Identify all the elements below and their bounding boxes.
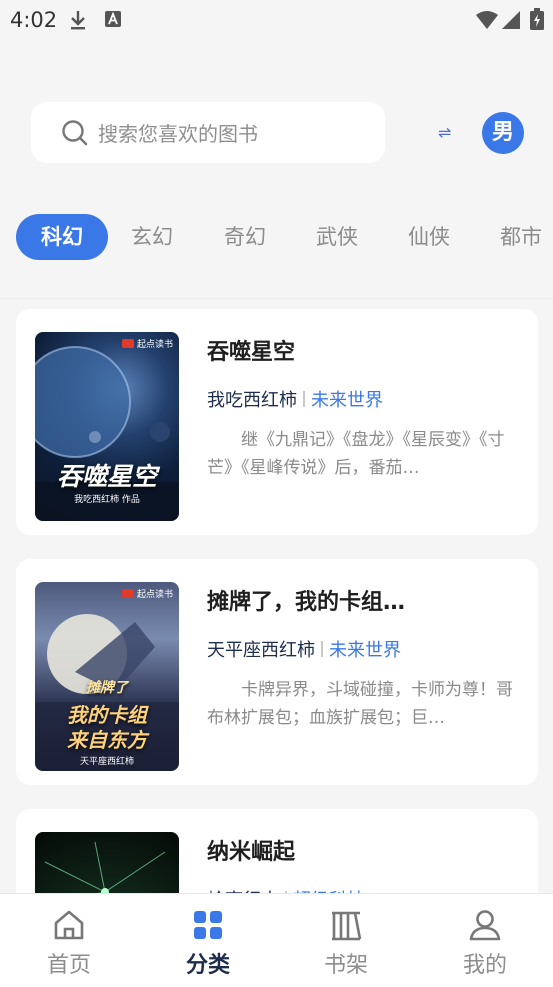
gender-toggle-button[interactable]: 男	[482, 112, 524, 154]
meta-separator	[321, 641, 323, 657]
nav-item-home[interactable]: 首页	[19, 894, 119, 987]
search-input[interactable]: 搜索您喜欢的图书	[31, 102, 385, 163]
meta-separator	[303, 391, 305, 407]
battery-icon	[530, 8, 544, 30]
book-meta: 我吃西红柿 未来世界	[207, 386, 383, 412]
cover-brand: 起点读书	[121, 587, 173, 600]
tab-xianxia[interactable]: 仙侠	[408, 214, 450, 260]
nav-label: 首页	[46, 953, 91, 978]
book-genre: 未来世界	[329, 640, 401, 661]
divider	[0, 298, 553, 299]
wifi-icon	[476, 11, 498, 29]
signal-icon	[502, 11, 520, 29]
swap-icon[interactable]: ⇌	[438, 124, 474, 142]
tab-urban[interactable]: 都市	[500, 214, 542, 260]
category-icon	[194, 911, 222, 939]
nav-item-bookshelf[interactable]: 书架	[296, 894, 396, 987]
book-card[interactable]: 起点读书 吞噬星空 我吃西红柿 作品 吞噬星空 我吃西红柿 未来世界 继《九鼎记…	[16, 309, 538, 535]
nav-label: 我的	[462, 953, 507, 978]
book-description: 卡牌异界，斗域碰撞，卡师为尊！哥布林扩展包；血族扩展包；巨…	[207, 680, 513, 728]
cover-author: 天平座西红柿	[79, 757, 134, 767]
book-title: 摊牌了，我的卡组…	[207, 590, 406, 615]
brand-logo-icon	[121, 589, 134, 598]
nav-item-category[interactable]: 分类	[158, 894, 258, 987]
book-description: 继《九鼎记》《盘龙》《星辰变》《寸芒》《星峰传说》后，番茄…	[207, 430, 505, 478]
download-icon	[71, 11, 85, 30]
book-author: 天平座西红柿	[207, 640, 315, 661]
cover-title-line: 摊牌了	[86, 680, 128, 696]
cover-title-line: 来自东方	[67, 728, 147, 752]
status-bar: 4:02	[0, 0, 553, 42]
bottom-navigation: 首页 分类 书架 我的	[0, 893, 553, 987]
book-card[interactable]: 起点读书 摊牌了 我的卡组 来自东方 天平座西红柿 摊牌了，我的卡组… 天平座西…	[16, 559, 538, 785]
book-cover: 起点读书 吞噬星空 我吃西红柿 作品	[35, 332, 179, 521]
bookshelf-icon	[332, 911, 362, 941]
tab-science-fiction[interactable]: 科幻	[16, 214, 108, 260]
cover-brand: 起点读书	[121, 337, 173, 350]
cover-author: 我吃西红柿 作品	[74, 495, 140, 505]
cover-title: 吞噬星空	[56, 462, 157, 491]
search-placeholder: 搜索您喜欢的图书	[98, 122, 258, 146]
nav-item-profile[interactable]: 我的	[435, 894, 535, 987]
tab-fantasy[interactable]: 奇幻	[224, 214, 266, 260]
book-author: 我吃西红柿	[207, 390, 297, 411]
nav-label: 分类	[185, 953, 230, 978]
category-tabs: 科幻 玄幻 奇幻 武侠 仙侠 都市	[0, 214, 553, 262]
book-meta: 天平座西红柿 未来世界	[207, 636, 401, 662]
book-cover: 起点读书 摊牌了 我的卡组 来自东方 天平座西红柿	[35, 582, 179, 771]
keyboard-a-icon	[105, 11, 121, 27]
status-time: 4:02	[10, 8, 58, 32]
search-icon	[62, 119, 88, 145]
nav-label: 书架	[323, 953, 368, 978]
book-genre: 未来世界	[311, 390, 383, 411]
profile-icon	[469, 910, 501, 941]
tab-wuxia[interactable]: 武侠	[316, 214, 358, 260]
tab-xuanhuan[interactable]: 玄幻	[131, 214, 173, 260]
book-title: 吞噬星空	[207, 340, 296, 365]
brand-logo-icon	[121, 339, 134, 348]
home-icon	[54, 910, 84, 940]
book-title: 纳米崛起	[207, 840, 296, 865]
